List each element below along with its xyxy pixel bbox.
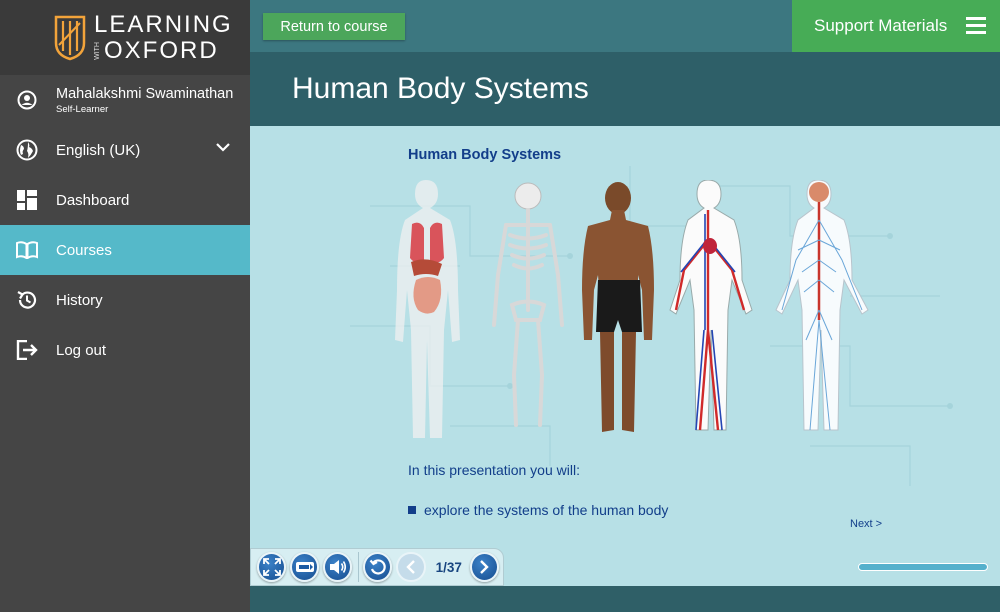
return-to-course-button[interactable]: Return to course [263,13,405,40]
slide-title: Human Body Systems [408,147,562,163]
arrow-right-icon [480,560,490,574]
sidebar: LEARNING WITH OXFORD Mahalakshmi Swamina… [0,0,250,612]
dashboard-icon [16,189,38,211]
user-name: Mahalakshmi Swaminathan [56,85,234,102]
top-bar: Return to course Support Materials [250,0,1000,52]
book-icon [16,239,38,261]
previous-slide-button[interactable] [396,552,426,582]
body-systems-illustration [395,180,869,438]
logout-icon [16,339,38,361]
chevron-down-icon[interactable] [216,142,230,152]
page-title: Human Body Systems [292,72,589,105]
user-role: Self-Learner [56,103,109,115]
organs-figure [395,180,460,438]
user-block: Mahalakshmi Swaminathan Self-Learner [56,86,233,115]
fullscreen-button[interactable] [257,552,287,582]
speaker-icon [329,560,346,574]
history-label: History [56,291,103,309]
replay-icon [369,559,386,575]
logo-oxford: OXFORD [104,36,219,64]
arrow-left-icon [406,560,415,574]
globe-icon [16,139,38,161]
logo-with: WITH [94,41,101,60]
controls-divider [358,552,360,582]
sidebar-item-courses[interactable]: Courses [0,225,250,275]
sidebar-item-dashboard[interactable]: Dashboard [0,175,250,225]
history-icon [16,289,38,311]
sidebar-item-logout[interactable]: Log out [0,325,250,375]
audio-button[interactable] [323,552,353,582]
language-label: English (UK) [56,141,141,159]
fullscreen-icon [262,558,281,576]
title-band: Human Body Systems [250,52,1000,126]
shield-logo-icon [54,15,86,60]
sidebar-item-history[interactable]: History [0,275,250,325]
bullet-item: explore the systems of the human body [408,502,668,518]
bullet-square-icon [408,506,416,514]
bottom-bar [250,586,1000,612]
next-link[interactable]: Next > [850,518,882,530]
user-circle-icon [16,89,38,111]
support-materials-button[interactable]: Support Materials [792,0,1000,52]
courses-label: Courses [56,241,112,259]
intro-text: In this presentation you will: [408,462,580,478]
player-controls: 1/37 [250,548,504,586]
hamburger-menu-icon[interactable] [966,17,986,35]
replay-button[interactable] [363,552,393,582]
skeleton-figure [492,182,564,427]
logout-label: Log out [56,341,107,359]
captions-icon [295,562,314,572]
bullet-text: explore the systems of the human body [424,502,669,518]
user-profile[interactable]: Mahalakshmi Swaminathan Self-Learner [0,75,250,125]
nervous-figure [775,180,869,431]
circulatory-figure [669,180,753,431]
dashboard-label: Dashboard [56,191,130,209]
logo-line2: WITH OXFORD [94,36,233,64]
logo[interactable]: LEARNING WITH OXFORD [0,0,250,75]
logo-text: LEARNING WITH OXFORD [94,10,233,64]
progress-bar [858,563,988,571]
human-figure [582,182,654,432]
support-materials-label: Support Materials [814,16,948,35]
slide-area: Human Body Systems In this presentation … [250,126,1000,586]
language-selector[interactable]: English (UK) [0,125,250,175]
captions-button[interactable] [290,552,320,582]
next-slide-button[interactable] [469,552,499,582]
logo-line1: LEARNING [94,10,233,38]
page-indicator: 1/37 [435,559,462,575]
